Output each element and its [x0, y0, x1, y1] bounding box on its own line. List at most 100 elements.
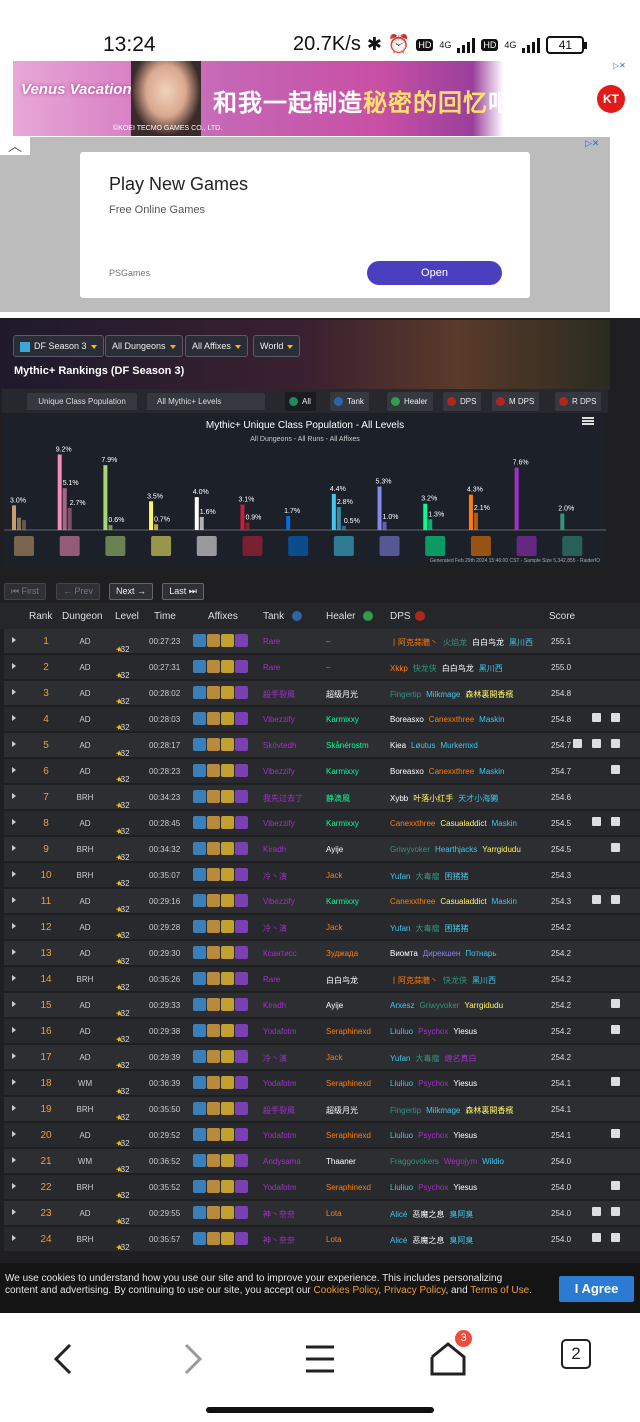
row-dps-player[interactable]: 叶落小红手 [413, 794, 453, 803]
row-tank[interactable]: Rare [263, 637, 280, 646]
row-dungeon[interactable]: BRH [74, 871, 96, 880]
row-dps-player[interactable]: Canexxthree [390, 897, 435, 906]
affix-afflicted-icon[interactable] [235, 894, 248, 907]
row-dps-player[interactable]: 丨阿克蒜牆丶 [390, 638, 438, 647]
row-dps-player[interactable]: Liuliuo [390, 1131, 413, 1140]
row-dps-player[interactable]: Hearthjacks [435, 845, 477, 854]
row-tank[interactable]: 殺手裂風 [263, 689, 295, 700]
row-dungeon[interactable]: AD [74, 1001, 96, 1010]
population-select[interactable]: Unique Class Population [27, 393, 137, 410]
row-healer[interactable]: Seraphinexd [326, 1183, 371, 1192]
affix-bursting-icon[interactable] [221, 946, 234, 959]
affix-tyrannical-icon[interactable] [193, 1050, 206, 1063]
row-dps-player[interactable]: Maskin [492, 897, 517, 906]
affix-tyrannical-icon[interactable] [193, 686, 206, 699]
expand-icon[interactable] [12, 741, 16, 747]
affix-tyrannical-icon[interactable] [193, 842, 206, 855]
row-healer[interactable]: Seraphinexd [326, 1131, 371, 1140]
row-tank[interactable]: Yodafotm [263, 1131, 297, 1140]
row-dps-player[interactable]: 困猪猪 [444, 924, 468, 933]
row-dps-player[interactable]: Maskin [479, 767, 504, 776]
row-healer[interactable]: Seraphinexd [326, 1079, 371, 1088]
ad-open-button[interactable]: Open [367, 261, 502, 285]
expand-icon[interactable] [12, 1053, 16, 1059]
role-tab-tank[interactable]: Tank [330, 392, 369, 411]
affix-tyrannical-icon[interactable] [193, 972, 206, 985]
affix-afflicted-icon[interactable] [235, 712, 248, 725]
row-dps-player[interactable]: Casualaddict [440, 819, 486, 828]
affix-bursting-icon[interactable] [221, 1050, 234, 1063]
row-healer[interactable]: Lota [326, 1209, 342, 1218]
video-icon[interactable] [611, 1025, 620, 1034]
row-healer[interactable]: Skånérostm [326, 741, 369, 750]
table-row[interactable]: 15 AD +32 ★ 00:29:33 Kiradh Ayije Arxesz Griwyv… [4, 993, 640, 1018]
row-healer[interactable]: Ayije [326, 1001, 343, 1010]
first-page-button[interactable]: ⏮ First [4, 583, 46, 600]
row-healer[interactable]: Зуджада [326, 949, 358, 958]
row-healer[interactable]: – [326, 637, 330, 646]
row-dps-player[interactable]: Boreasxo [390, 767, 424, 776]
affix-bolstering-icon[interactable] [207, 1102, 220, 1115]
affix-bursting-icon[interactable] [221, 868, 234, 881]
col-score[interactable]: Score [549, 611, 575, 622]
row-dps-player[interactable]: Milkmage [426, 690, 460, 699]
link-icon[interactable] [611, 739, 620, 748]
affix-bursting-icon[interactable] [221, 1232, 234, 1245]
affix-bolstering-icon[interactable] [207, 842, 220, 855]
affix-tyrannical-icon[interactable] [193, 868, 206, 881]
row-tank[interactable]: Rare [263, 975, 280, 984]
affix-afflicted-icon[interactable] [235, 764, 248, 777]
expand-icon[interactable] [12, 897, 16, 903]
region-filter[interactable]: World [253, 335, 301, 357]
affix-afflicted-icon[interactable] [235, 660, 248, 673]
expand-icon[interactable] [12, 923, 16, 929]
row-tank[interactable]: 神丶奈奈 [263, 1209, 295, 1220]
row-dps-player[interactable]: 天才小海獭 [458, 794, 498, 803]
cookies-policy-link[interactable]: Cookies Policy [314, 1285, 379, 1296]
affix-tyrannical-icon[interactable] [193, 1128, 206, 1141]
affix-afflicted-icon[interactable] [235, 790, 248, 803]
expand-icon[interactable] [12, 715, 16, 721]
row-dps-player[interactable]: Psychox [418, 1079, 448, 1088]
expand-icon[interactable] [12, 637, 16, 643]
row-dungeon[interactable]: AD [74, 1209, 96, 1218]
row-dungeon[interactable]: BRH [74, 1105, 96, 1114]
row-dps-player[interactable]: Yiesus [453, 1027, 477, 1036]
row-dps-player[interactable]: Xybb [390, 794, 408, 803]
row-dps-player[interactable]: Kiea [390, 741, 406, 750]
affix-filter[interactable]: All Affixes [185, 335, 248, 357]
row-dps-player[interactable]: 缠名真白 [444, 1054, 476, 1063]
affix-bursting-icon[interactable] [221, 842, 234, 855]
expand-icon[interactable] [12, 1105, 16, 1111]
affix-bursting-icon[interactable] [221, 660, 234, 673]
affix-tyrannical-icon[interactable] [193, 946, 206, 959]
affix-bolstering-icon[interactable] [207, 1232, 220, 1245]
affix-afflicted-icon[interactable] [235, 998, 248, 1011]
row-dps-player[interactable]: Fingertip [390, 1106, 421, 1115]
affix-bolstering-icon[interactable] [207, 1206, 220, 1219]
table-row[interactable]: 2 AD +32 ★ 00:27:31 Rare – Xkkp 快龙侠 白白鸟龙 黑川西 255.0 [4, 655, 640, 680]
expand-icon[interactable] [12, 689, 16, 695]
affix-afflicted-icon[interactable] [235, 868, 248, 881]
affix-tyrannical-icon[interactable] [193, 894, 206, 907]
col-dungeon[interactable]: Dungeon [62, 611, 103, 622]
expand-icon[interactable] [12, 793, 16, 799]
affix-afflicted-icon[interactable] [235, 634, 248, 647]
twitch-icon[interactable] [611, 713, 620, 722]
expand-icon[interactable] [12, 663, 16, 669]
expand-icon[interactable] [12, 1027, 16, 1033]
row-dps-player[interactable]: Liuliuo [390, 1079, 413, 1088]
affix-tyrannical-icon[interactable] [193, 712, 206, 725]
affix-bursting-icon[interactable] [221, 998, 234, 1011]
table-row[interactable]: 23 AD +32 ★ 00:29:55 神丶奈奈 Lota Alicé 恶魔之息 臭阿臭 254… [4, 1201, 640, 1226]
row-dps-player[interactable]: Boreasxo [390, 715, 424, 724]
row-dps-player[interactable]: Yiesus [453, 1079, 477, 1088]
next-page-button[interactable]: Next → [109, 583, 153, 600]
affix-afflicted-icon[interactable] [235, 1076, 248, 1089]
expand-icon[interactable] [12, 819, 16, 825]
affix-bolstering-icon[interactable] [207, 1050, 220, 1063]
affix-bolstering-icon[interactable] [207, 972, 220, 985]
row-healer[interactable]: Karmixxy [326, 767, 359, 776]
role-tab-dps[interactable]: DPS [443, 392, 482, 411]
affix-afflicted-icon[interactable] [235, 972, 248, 985]
